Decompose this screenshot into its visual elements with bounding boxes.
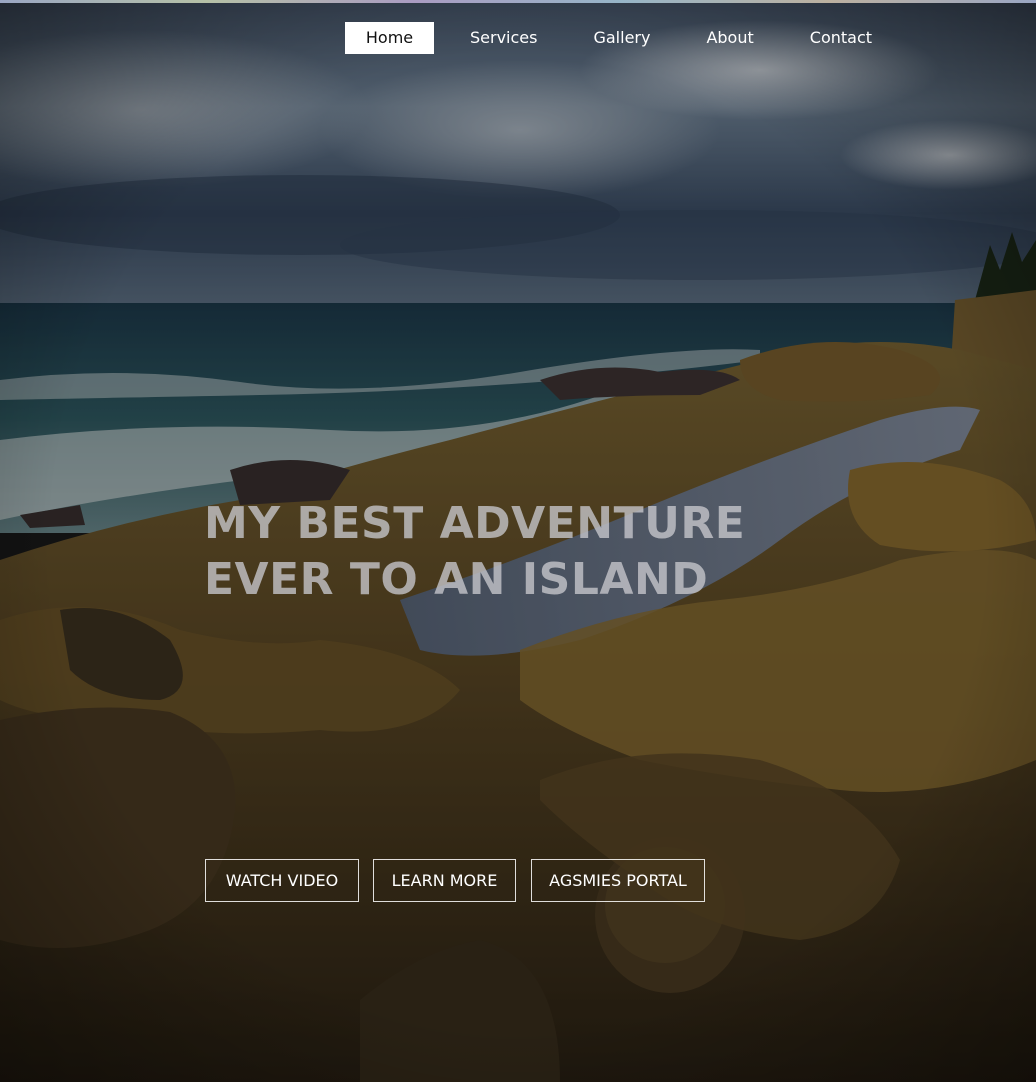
nav-item-contact[interactable]: Contact	[810, 22, 872, 54]
hero-headline-line-2: EVER TO AN ISLAND	[204, 554, 709, 605]
hero-headline-line-1: MY BEST ADVENTURE	[204, 498, 746, 549]
top-color-strip	[0, 0, 1036, 3]
nav-item-gallery[interactable]: Gallery	[593, 22, 650, 54]
learn-more-button[interactable]: LEARN MORE	[373, 859, 516, 902]
hero-section: Home Services Gallery About Contact MY B…	[0, 0, 1036, 1082]
hero-headline: MY BEST ADVENTURE EVER TO AN ISLAND	[204, 496, 764, 608]
agsmies-portal-button[interactable]: AGSMIES PORTAL	[531, 859, 705, 902]
nav-item-services[interactable]: Services	[470, 22, 537, 54]
nav-item-about[interactable]: About	[706, 22, 753, 54]
watch-video-button[interactable]: WATCH VIDEO	[205, 859, 359, 902]
nav-item-home[interactable]: Home	[345, 22, 434, 54]
main-nav: Home Services Gallery About Contact	[345, 22, 872, 54]
hero-button-row: WATCH VIDEO LEARN MORE AGSMIES PORTAL	[205, 859, 705, 902]
